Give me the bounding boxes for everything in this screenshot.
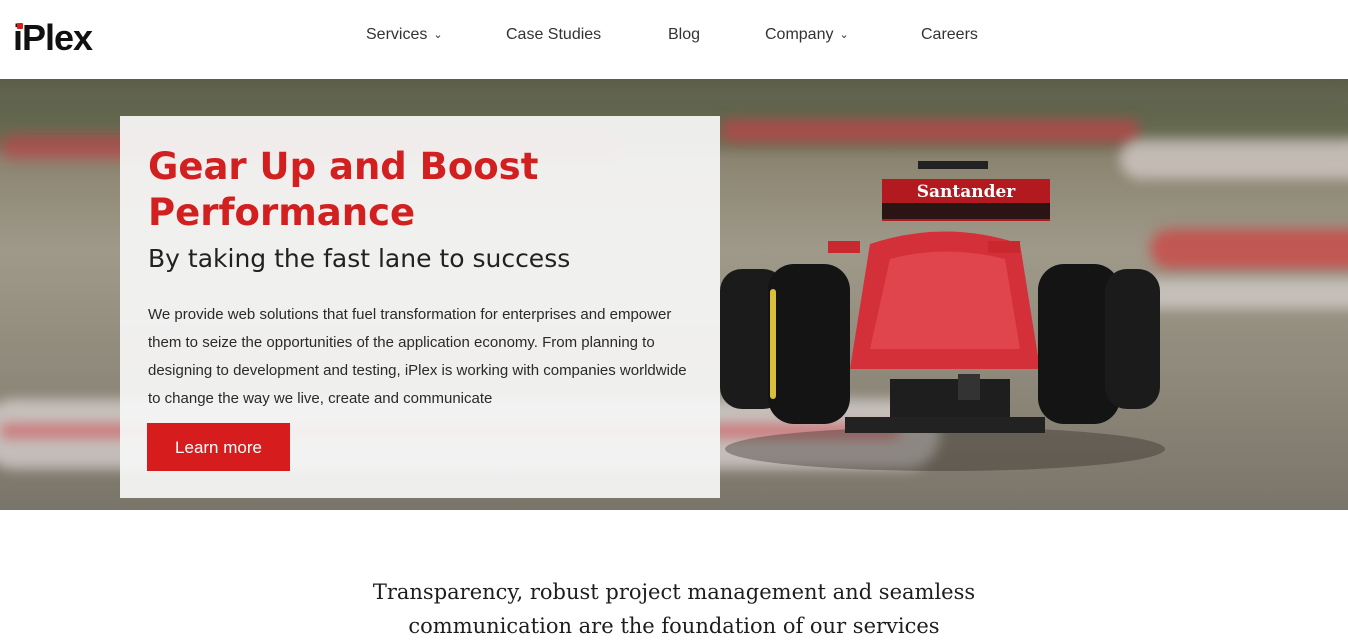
hero-bg-kerb [720, 119, 1140, 143]
chevron-down-icon: ⌄ [433, 29, 443, 41]
logo[interactable]: iPlex [13, 17, 93, 58]
nav-item-label: Company [765, 26, 834, 43]
intro-line: communication are the foundation of our … [408, 614, 940, 638]
nav-item-services[interactable]: Services ⌄ [366, 24, 443, 46]
nav-item-blog[interactable]: Blog [668, 24, 700, 46]
nav-item-label: Careers [921, 26, 978, 43]
learn-more-button[interactable]: Learn more [147, 423, 290, 471]
hero-content-panel: Gear Up and Boost Performance By taking … [120, 116, 720, 498]
nav-item-label: Case Studies [506, 26, 602, 43]
nav-item-case-studies[interactable]: Case Studies [506, 24, 601, 46]
logo-dot [17, 23, 23, 29]
site-header: iPlex Services ⌄ Case Studies Blog Compan… [0, 0, 1348, 79]
hero-bg-kerb [1140, 279, 1348, 309]
hero-title: Gear Up and Boost Performance [148, 145, 539, 234]
hero-bg-kerb [1150, 229, 1348, 269]
car-sponsor-text: Santander [917, 182, 1017, 202]
nav-item-company[interactable]: Company ⌄ [765, 24, 849, 46]
nav-item-label: Blog [668, 26, 701, 43]
chevron-down-icon: ⌄ [839, 29, 849, 41]
intro-line: Transparency, robust project management … [372, 580, 976, 604]
hero-description: We provide web solutions that fuel trans… [148, 306, 687, 407]
logo-text: iPlex [13, 17, 93, 58]
hero-banner: Santander Gear Up and Boost Performance … [0, 79, 1348, 510]
nav-item-label: Services [366, 26, 428, 43]
hero-subtitle: By taking the fast lane to success [148, 244, 571, 273]
nav-item-careers[interactable]: Careers [921, 24, 978, 46]
race-car-image: Santander [720, 161, 1165, 471]
